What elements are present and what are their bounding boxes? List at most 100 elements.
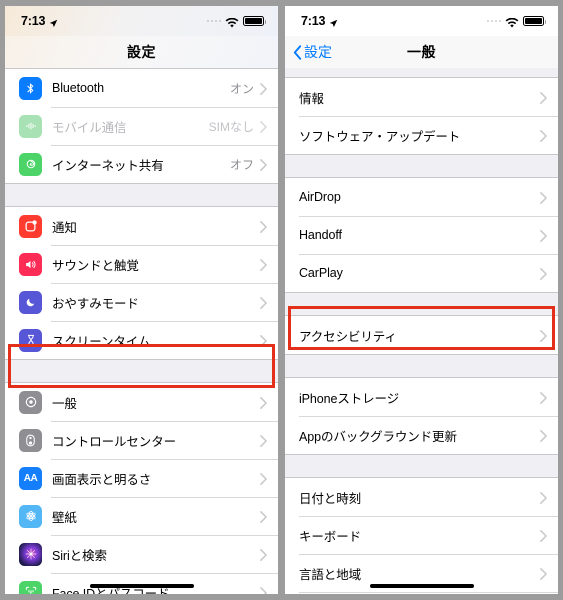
row-value: オン [229, 81, 254, 96]
settings-row-software-update[interactable]: ソフトウェア・アップデート [285, 116, 558, 154]
settings-row-general[interactable]: 一般 [5, 383, 278, 421]
chevron-right-icon [260, 296, 267, 309]
chevron-right-icon [540, 229, 547, 242]
settings-row-cellular[interactable]: モバイル通信 SIMなし [5, 107, 278, 145]
settings-row-sounds-haptics[interactable]: サウンドと触覚 [5, 245, 278, 283]
settings-group-general: 一般 コントロールセンター AA 画面表示と明るさ 壁紙 Siriと検索 Fac… [5, 382, 278, 594]
settings-row-dictionary[interactable]: 辞書 [285, 592, 558, 594]
settings-row-personal-hotspot[interactable]: インターネット共有 オフ [5, 145, 278, 183]
row-label: Bluetooth [52, 81, 104, 95]
row-label: アクセシビリティ [299, 329, 397, 344]
settings-row-about[interactable]: 情報 [285, 78, 558, 116]
left-phone-screen: 7:13 設定 Bluetooth オン モバイル通信 SIMなし インターネッ… [5, 6, 278, 594]
personal-hotspot-icon [19, 152, 42, 176]
row-value: オフ [229, 157, 254, 172]
home-indicator [369, 584, 474, 588]
settings-row-display-brightness[interactable]: AA 画面表示と明るさ [5, 459, 278, 497]
row-label: Siriと検索 [52, 548, 107, 563]
siri-icon [19, 542, 42, 566]
row-label: インターネット共有 [52, 158, 164, 173]
chevron-right-icon [540, 267, 547, 280]
row-label: 言語と地域 [299, 567, 362, 582]
chevron-right-icon [540, 491, 547, 504]
chevron-right-icon [540, 329, 547, 342]
chevron-right-icon [540, 429, 547, 442]
row-label: 情報 [299, 91, 324, 106]
cellular-icon [19, 114, 42, 138]
row-label: CarPlay [299, 266, 343, 280]
settings-list-right[interactable]: 情報 ソフトウェア・アップデート AirDrop Handoff CarPlay… [285, 68, 558, 594]
signal-dots-icon [206, 19, 221, 23]
settings-group-localization: 日付と時刻 キーボード 言語と地域 辞書 [285, 477, 558, 594]
chevron-right-icon [540, 191, 547, 204]
row-label: 通知 [52, 220, 77, 235]
wifi-icon [505, 16, 519, 28]
row-label: おやすみモード [52, 296, 139, 311]
chevron-right-icon [260, 82, 267, 95]
row-label: 一般 [52, 396, 77, 411]
settings-group-accessibility: アクセシビリティ [285, 315, 558, 355]
row-label: AirDrop [299, 190, 341, 204]
settings-list-left[interactable]: Bluetooth オン モバイル通信 SIMなし インターネット共有 オフ 通… [5, 68, 278, 594]
bluetooth-icon [19, 76, 42, 100]
page-title: 設定 [127, 44, 156, 60]
row-label: モバイル通信 [52, 120, 127, 135]
status-bar-time: 7:13 [21, 14, 46, 28]
back-button[interactable]: 設定 [293, 42, 332, 62]
chevron-right-icon [540, 391, 547, 404]
status-bar-right: 7:13 [285, 6, 558, 36]
display-brightness-icon: AA [19, 466, 42, 490]
chevron-right-icon [260, 258, 267, 271]
battery-icon [243, 16, 266, 26]
signal-dots-icon [486, 19, 501, 23]
settings-row-bluetooth[interactable]: Bluetooth オン [5, 69, 278, 107]
row-label: サウンドと触覚 [52, 258, 139, 273]
settings-row-screen-time[interactable]: スクリーンタイム [5, 321, 278, 359]
settings-row-siri-search[interactable]: Siriと検索 [5, 535, 278, 573]
settings-row-control-center[interactable]: コントロールセンター [5, 421, 278, 459]
settings-row-notifications[interactable]: 通知 [5, 207, 278, 245]
settings-row-accessibility[interactable]: アクセシビリティ [285, 316, 558, 354]
chevron-right-icon [540, 91, 547, 104]
chevron-right-icon [260, 434, 267, 447]
dual-screenshot-root: 7:13 設定 Bluetooth オン モバイル通信 SIMなし インターネッ… [0, 0, 563, 600]
row-label: Appのバックグラウンド更新 [299, 429, 457, 444]
row-label: ソフトウェア・アップデート [299, 129, 461, 144]
settings-row-background-app-refresh[interactable]: Appのバックグラウンド更新 [285, 416, 558, 454]
wallpaper-icon [19, 504, 42, 528]
row-label: 壁紙 [52, 510, 77, 525]
settings-row-handoff[interactable]: Handoff [285, 216, 558, 254]
chevron-right-icon [260, 334, 267, 347]
status-bar-time: 7:13 [301, 14, 326, 28]
settings-group-about: 情報 ソフトウェア・アップデート [285, 77, 558, 155]
status-bar-time-group: 7:13 [21, 14, 58, 28]
settings-row-do-not-disturb[interactable]: おやすみモード [5, 283, 278, 321]
chevron-right-icon [260, 220, 267, 233]
settings-row-airdrop[interactable]: AirDrop [285, 178, 558, 216]
status-bar-time-group: 7:13 [301, 14, 338, 28]
settings-row-wallpaper[interactable]: 壁紙 [5, 497, 278, 535]
status-bar-indicators [486, 16, 546, 28]
chevron-right-icon [260, 120, 267, 133]
settings-row-carplay[interactable]: CarPlay [285, 254, 558, 292]
location-arrow-icon [329, 17, 338, 27]
back-button-label: 設定 [304, 44, 332, 60]
control-center-icon [19, 428, 42, 452]
right-phone-screen: 7:13 設定 一般 情報 ソフトウェア・アップデート AirDrop Hand… [285, 6, 558, 594]
do-not-disturb-icon [19, 290, 42, 314]
nav-bar-right: 設定 一般 [285, 36, 558, 68]
settings-row-keyboard[interactable]: キーボード [285, 516, 558, 554]
location-arrow-icon [49, 17, 58, 27]
status-bar-indicators [206, 16, 266, 28]
settings-row-iphone-storage[interactable]: iPhoneストレージ [285, 378, 558, 416]
settings-group-connectivity: Bluetooth オン モバイル通信 SIMなし インターネット共有 オフ [5, 68, 278, 184]
face-id-icon [19, 580, 42, 594]
row-label: スクリーンタイム [52, 334, 151, 349]
chevron-right-icon [540, 129, 547, 142]
settings-row-date-time[interactable]: 日付と時刻 [285, 478, 558, 516]
